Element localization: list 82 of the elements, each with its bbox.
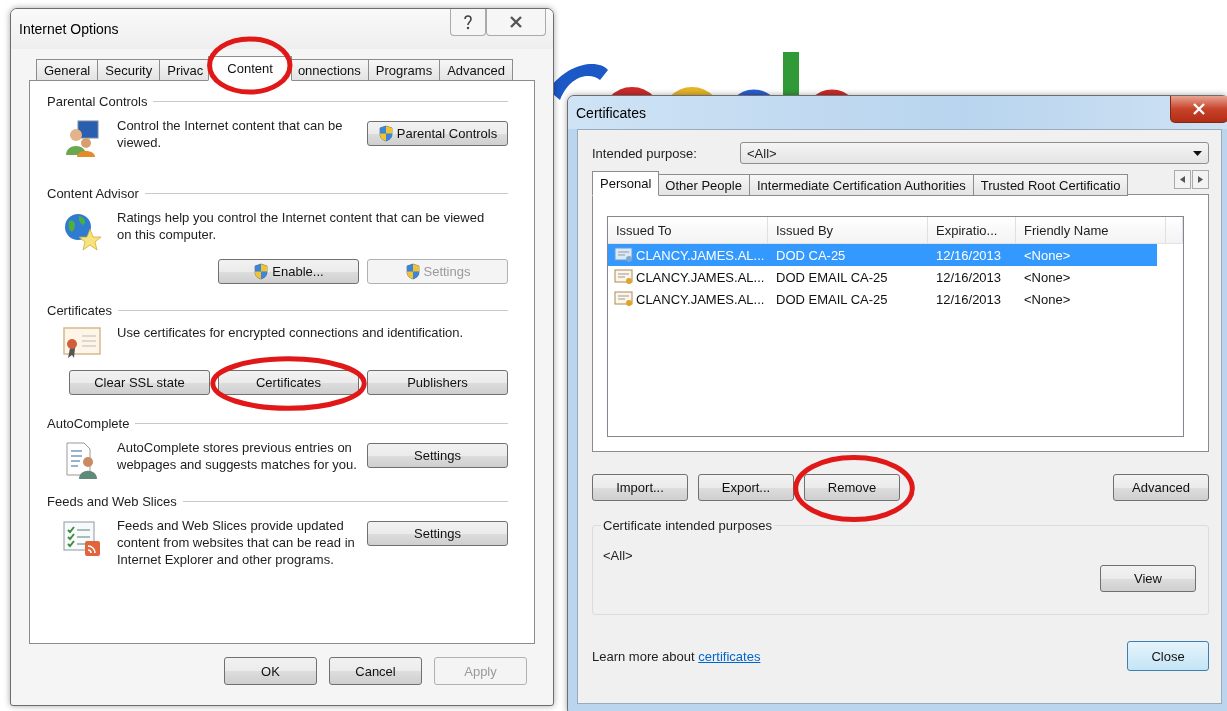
table-cell: DOD CA-25 [776,247,846,263]
table-cell: 12/16/2013 [936,291,1002,307]
section-description: AutoComplete stores previous entries on webpages and suggests matches for you. [117,439,358,473]
table-cell: CLANCY.JAMES.AL... [636,247,765,263]
table-cell: <None> [1024,269,1071,285]
table-cell: CLANCY.JAMES.AL... [636,269,765,285]
shield-icon [253,263,270,280]
column-header[interactable]: Issued By [768,217,928,243]
section-title: Content Advisor [47,185,139,201]
close-button[interactable] [1170,96,1227,123]
dialog-button[interactable]: Settings [367,521,508,546]
tab[interactable]: onnections [289,59,369,81]
table-cell: <None> [1024,247,1071,263]
dialog-button[interactable]: Publishers [367,370,508,395]
dialog-button[interactable]: Certificates [218,370,359,395]
document-person-icon [64,441,100,481]
purposes-value: <All> [603,548,634,563]
table-cell: 12/16/2013 [936,247,1002,263]
dialog-button[interactable]: Remove [804,474,900,501]
dialog-button[interactable]: OK [224,657,317,685]
dialog-button[interactable]: Cancel [329,657,422,685]
dialog-button[interactable]: Parental Controls [367,121,508,146]
window-title: Certificates [576,104,647,121]
table-cell: <None> [1024,291,1071,307]
column-header[interactable]: Issued To [608,217,768,243]
advanced-button[interactable]: Advanced [1113,474,1209,501]
table-cell: DOD EMAIL CA-25 [776,291,888,307]
help-button[interactable] [450,9,486,36]
dropdown-arrow-icon [1193,150,1202,156]
tab[interactable]: Security [97,59,161,81]
tab[interactable]: General [36,59,99,81]
tab[interactable]: Intermediate Certification Authorities [748,174,974,196]
certificate-row[interactable]: CLANCY.JAMES.AL... DOD EMAIL CA-25 12/16/2013 <None> [608,266,1157,288]
table-cell: CLANCY.JAMES.AL... [636,291,765,307]
field-label: Intended purpose: [592,145,698,161]
tab[interactable]: Programs [367,59,441,81]
table-cell: 12/16/2013 [936,269,1002,285]
close-button[interactable] [486,9,546,36]
tab-scroll-left-button[interactable] [1174,170,1191,189]
certificate-row[interactable]: CLANCY.JAMES.AL... DOD EMAIL CA-25 12/16/2013 <None> [608,288,1157,310]
section-description: Ratings help you control the Internet content that can be viewed on this computer. [117,209,486,243]
section-title: Certificates [47,302,113,318]
dialog-button[interactable]: Export... [698,474,794,501]
group-title: Certificate intended purposes [601,518,775,533]
close-icon [1192,103,1206,115]
feed-list-icon [62,519,102,557]
close-dialog-button[interactable]: Close [1127,641,1209,671]
column-header[interactable]: Expiratio... [928,217,1016,243]
window-title: Internet Options [19,21,119,37]
tab[interactable]: Advanced [439,59,513,81]
section-title: Parental Controls [47,93,148,109]
tab[interactable]: Personal [592,171,660,196]
dialog-button[interactable]: Enable... [218,259,359,284]
tab[interactable]: Trusted Root Certificatio [972,174,1129,196]
help-link[interactable]: certificates [698,648,761,664]
view-button[interactable]: View [1100,565,1196,592]
certificate-icon [614,247,634,263]
certificate-icon [614,269,634,285]
help-text: Learn more about certificates [592,648,761,664]
section-title: Feeds and Web Slices [47,493,177,509]
shield-icon [377,125,394,142]
column-header[interactable]: Friendly Name [1016,217,1166,243]
section-description: Control the Internet content that can be viewed. [117,117,344,151]
dialog-button[interactable]: Import... [592,474,688,501]
shield-icon [404,263,421,280]
left-arrow-icon [1180,176,1185,183]
certificate-icon [62,326,102,360]
parents-computer-icon [64,119,100,159]
right-arrow-icon [1198,176,1203,183]
tab-scroll-right-button[interactable] [1192,170,1209,189]
section-title: AutoComplete [47,415,130,431]
globe-star-icon [63,211,101,251]
dialog-button[interactable]: Settings [367,443,508,468]
close-icon [509,16,523,28]
purpose-dropdown[interactable]: <All> [740,142,1209,164]
certificate-icon [614,291,634,307]
section-description: Use certificates for encrypted connections and identification. [117,324,465,341]
table-cell: DOD EMAIL CA-25 [776,269,888,285]
help-icon [463,14,473,30]
section-description: Feeds and Web Slices provide updated content from websites that can be read in Internet Explorer and other programs. [117,517,356,568]
dialog-button[interactable]: Clear SSL state [69,370,210,395]
tab[interactable]: Other People [657,174,750,196]
